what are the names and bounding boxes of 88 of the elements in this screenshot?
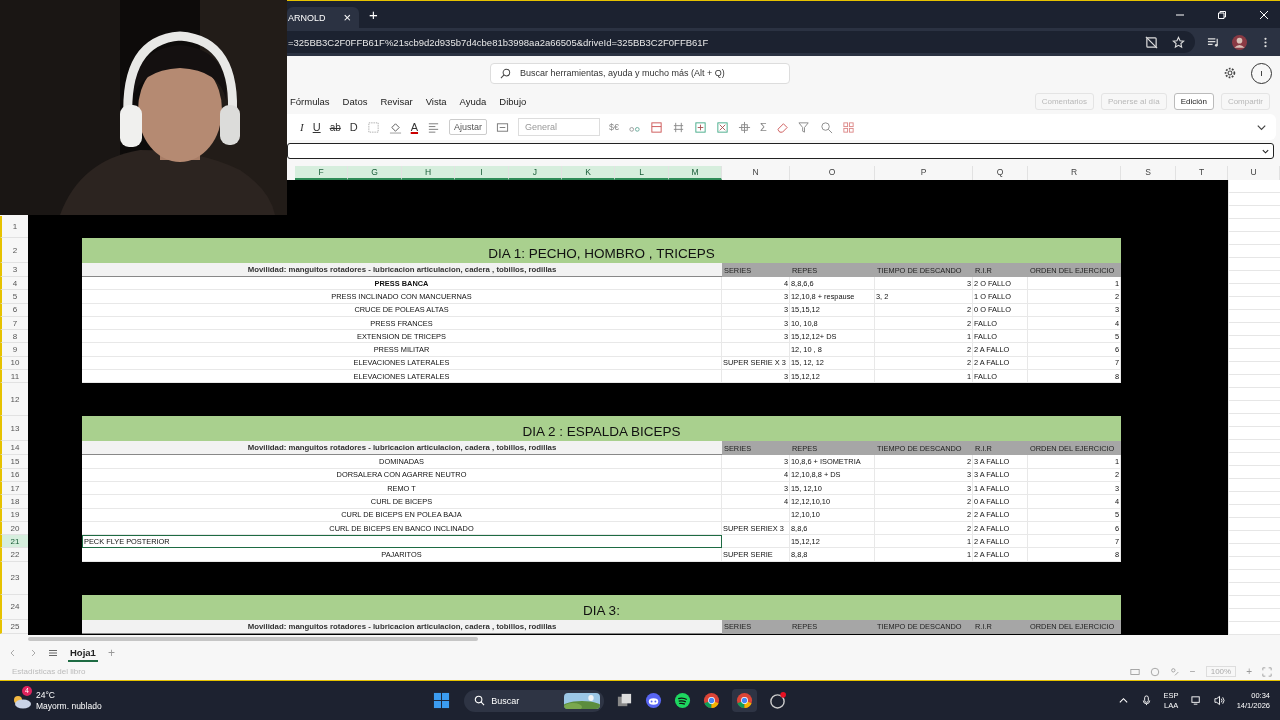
row-number[interactable]: 9 bbox=[0, 343, 28, 357]
music-app-icon[interactable] bbox=[674, 692, 692, 709]
menu-tab[interactable]: Datos bbox=[342, 95, 368, 107]
row-number[interactable]: 18 bbox=[0, 495, 28, 509]
fill-color-icon[interactable] bbox=[388, 120, 402, 134]
browser-tab[interactable]: ARNOLD × bbox=[287, 6, 360, 29]
table-cell bbox=[722, 535, 790, 549]
new-tab-button[interactable]: + bbox=[369, 6, 378, 23]
browser-icon[interactable] bbox=[736, 692, 754, 709]
row-number[interactable]: 12 bbox=[0, 383, 28, 417]
section-title: DIA 2 : ESPALDA BICEPS bbox=[82, 416, 1121, 442]
row-number[interactable]: 1 bbox=[0, 216, 28, 238]
scrollbar[interactable] bbox=[28, 637, 478, 641]
restore-icon[interactable] bbox=[1217, 9, 1227, 20]
menu-tab[interactable]: Ayuda bbox=[459, 95, 487, 107]
row-number[interactable]: 14 bbox=[0, 441, 28, 456]
app-icon[interactable] bbox=[769, 692, 787, 709]
autosum-button[interactable]: Σ bbox=[760, 121, 767, 133]
format-button[interactable]: D bbox=[349, 121, 358, 133]
media-icon[interactable] bbox=[1207, 35, 1220, 49]
column-header[interactable]: H bbox=[401, 166, 456, 180]
search-field[interactable]: Buscar herramientas, ayuda y mucho más (Alt + Q) bbox=[490, 62, 790, 84]
search-icon bbox=[500, 67, 511, 79]
chevron-up-icon[interactable] bbox=[1117, 695, 1129, 706]
task-view-icon[interactable] bbox=[616, 692, 634, 709]
windows-start-icon[interactable] bbox=[433, 692, 451, 709]
menu-tab[interactable]: Fórmulas bbox=[290, 95, 330, 107]
row-number[interactable]: 11 bbox=[0, 370, 28, 384]
screen-icon[interactable] bbox=[1145, 35, 1158, 49]
row-number[interactable]: 15 bbox=[0, 455, 28, 469]
weather-condition: Mayorm. nublado bbox=[36, 700, 102, 712]
empty-cells[interactable] bbox=[1228, 180, 1280, 635]
column-header[interactable]: M bbox=[668, 166, 723, 180]
search-icon[interactable] bbox=[819, 120, 833, 134]
column-header[interactable]: F bbox=[295, 166, 349, 180]
row-number[interactable]: 3 bbox=[0, 263, 28, 277]
delete-icon[interactable] bbox=[716, 120, 730, 134]
column-header[interactable]: L bbox=[615, 166, 669, 180]
row-number[interactable]: 13 bbox=[0, 416, 28, 442]
merge-icon[interactable] bbox=[496, 120, 510, 134]
currency-button[interactable]: $€ bbox=[609, 122, 620, 132]
row-number[interactable]: 8 bbox=[0, 330, 28, 344]
close-icon[interactable] bbox=[1259, 9, 1269, 20]
format-button[interactable]: I bbox=[300, 121, 304, 133]
format-cells-icon[interactable] bbox=[738, 120, 752, 134]
formula-bar[interactable] bbox=[287, 143, 1274, 159]
close-tab-button[interactable]: × bbox=[343, 10, 352, 25]
sheet-tab[interactable]: Hoja1 bbox=[68, 644, 98, 662]
address-bar[interactable]: =325BB3C2F0FFB61F%21scb9d2d935b7d4cbe81b3998aa2a66505&driveId=325BB3C2F0FFB61F bbox=[287, 31, 1195, 53]
column-header[interactable]: J bbox=[508, 166, 562, 180]
section-title: DIA 3: bbox=[82, 594, 1121, 620]
menu-tab[interactable]: Dibujo bbox=[499, 95, 527, 107]
format-button[interactable]: U bbox=[312, 121, 321, 133]
search-icon bbox=[474, 695, 486, 706]
table-icon[interactable] bbox=[672, 120, 686, 134]
column-header[interactable]: G bbox=[348, 166, 402, 180]
row-number[interactable]: 21 bbox=[0, 535, 28, 549]
section-title: DIA 1: PECHO, HOMBRO , TRICEPS bbox=[82, 238, 1121, 263]
menu-tab[interactable]: Revisar bbox=[380, 95, 413, 107]
row-number[interactable]: 24 bbox=[0, 594, 28, 620]
settings-icon[interactable] bbox=[1223, 66, 1237, 80]
conditional-format-icon[interactable] bbox=[650, 120, 664, 134]
chat-app-icon[interactable] bbox=[645, 692, 663, 709]
eraser-icon[interactable] bbox=[775, 120, 789, 134]
tab-title: ARNOLD bbox=[288, 12, 326, 23]
row-number[interactable]: 2 bbox=[0, 238, 28, 263]
filter-icon[interactable] bbox=[797, 120, 811, 134]
browser-icon[interactable] bbox=[703, 692, 721, 709]
action-button[interactable]: Edición bbox=[1173, 92, 1214, 110]
column-header[interactable]: K bbox=[561, 166, 616, 180]
font-color-button[interactable]: A bbox=[410, 121, 419, 133]
menu-icon[interactable] bbox=[48, 648, 58, 658]
align-icon[interactable] bbox=[427, 120, 441, 134]
microphone-icon[interactable] bbox=[1140, 695, 1152, 706]
row-number[interactable]: 4 bbox=[0, 277, 28, 291]
menu-tab[interactable]: Vista bbox=[425, 95, 447, 107]
row-number[interactable]: 22 bbox=[0, 548, 28, 562]
insert-icon[interactable] bbox=[694, 120, 708, 134]
row-number[interactable]: 5 bbox=[0, 290, 28, 304]
column-header[interactable]: I bbox=[455, 166, 509, 180]
profile-avatar-icon[interactable] bbox=[1232, 34, 1247, 50]
row-number[interactable]: 23 bbox=[0, 561, 28, 595]
temperature: 24°C bbox=[36, 689, 56, 701]
star-icon[interactable] bbox=[1172, 35, 1185, 49]
wrap-text-button[interactable]: Ajustar bbox=[449, 119, 488, 135]
taskbar-search[interactable]: Buscar bbox=[464, 689, 605, 712]
volume-icon[interactable] bbox=[1213, 695, 1225, 706]
format-button[interactable]: ab bbox=[329, 121, 341, 133]
